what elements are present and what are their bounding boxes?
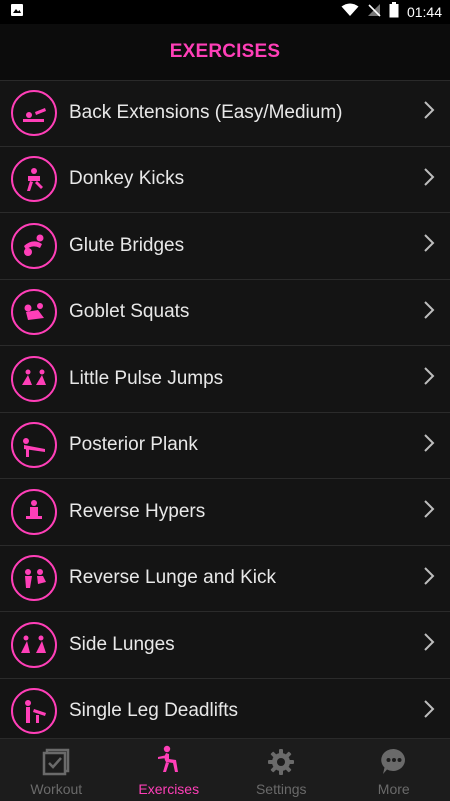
- tab-label-exercises: Exercises: [138, 781, 199, 797]
- exercise-name: Single Leg Deadlifts: [69, 700, 422, 722]
- chevron-right-icon: [422, 167, 450, 192]
- tab-label-settings: Settings: [256, 781, 307, 797]
- chevron-right-icon: [422, 433, 450, 458]
- wifi-icon: [341, 3, 359, 22]
- chevron-right-icon: [422, 300, 450, 325]
- list-item[interactable]: Glute Bridges: [0, 213, 450, 280]
- exercise-name: Little Pulse Jumps: [69, 368, 422, 390]
- exercise-name: Donkey Kicks: [69, 168, 422, 190]
- exercise-thumbnail-icon: [11, 156, 57, 202]
- exercise-thumbnail-icon: [11, 356, 57, 402]
- tab-more[interactable]: More: [338, 739, 450, 801]
- chevron-right-icon: [422, 100, 450, 125]
- list-item[interactable]: Goblet Squats: [0, 280, 450, 347]
- exercise-name: Glute Bridges: [69, 235, 422, 257]
- exercise-thumbnail-icon: [11, 555, 57, 601]
- exercise-name: Reverse Lunge and Kick: [69, 567, 422, 589]
- list-item[interactable]: Donkey Kicks: [0, 147, 450, 214]
- chevron-right-icon: [422, 499, 450, 524]
- tab-label-workout: Workout: [30, 781, 82, 797]
- list-item[interactable]: Little Pulse Jumps: [0, 346, 450, 413]
- page-title: EXERCISES: [170, 41, 281, 63]
- list-item[interactable]: Back Extensions (Easy/Medium): [0, 80, 450, 147]
- list-item[interactable]: Posterior Plank: [0, 413, 450, 480]
- exercise-name: Back Extensions (Easy/Medium): [69, 102, 422, 124]
- tab-workout[interactable]: Workout: [0, 739, 113, 801]
- list-item[interactable]: Side Lunges: [0, 612, 450, 679]
- chevron-right-icon: [422, 632, 450, 657]
- tab-exercises[interactable]: Exercises: [113, 739, 226, 801]
- bottom-tab-bar: Workout Exercises Settings: [0, 738, 450, 801]
- chevron-right-icon: [422, 366, 450, 391]
- exercise-thumbnail-icon: [11, 223, 57, 269]
- chevron-right-icon: [422, 699, 450, 724]
- exercise-name: Posterior Plank: [69, 434, 422, 456]
- list-item[interactable]: Single Leg Deadlifts: [0, 679, 450, 739]
- workout-checkbox-icon: [41, 747, 71, 777]
- status-time: 01:44: [407, 4, 442, 20]
- squat-figure-icon: [154, 745, 184, 777]
- exercise-list: Back Extensions (Easy/Medium) Donkey Kick…: [0, 80, 450, 738]
- exercise-thumbnail-icon: [11, 422, 57, 468]
- exercise-name: Goblet Squats: [69, 301, 422, 323]
- battery-icon: [389, 2, 399, 23]
- chevron-right-icon: [422, 233, 450, 258]
- chevron-right-icon: [422, 566, 450, 591]
- gear-icon: [266, 747, 296, 777]
- no-signal-icon: [367, 3, 381, 22]
- list-item[interactable]: Reverse Hypers: [0, 479, 450, 546]
- exercise-thumbnail-icon: [11, 90, 57, 136]
- chat-bubble-icon: [379, 747, 409, 777]
- status-bar: 01:44: [0, 0, 450, 24]
- exercise-name: Reverse Hypers: [69, 501, 422, 523]
- tab-label-more: More: [378, 781, 410, 797]
- exercise-thumbnail-icon: [11, 622, 57, 668]
- exercise-thumbnail-icon: [11, 688, 57, 734]
- list-item[interactable]: Reverse Lunge and Kick: [0, 546, 450, 613]
- exercise-thumbnail-icon: [11, 289, 57, 335]
- app-header: EXERCISES: [0, 24, 450, 81]
- exercise-name: Side Lunges: [69, 634, 422, 656]
- tab-settings[interactable]: Settings: [225, 739, 338, 801]
- image-notification-icon: [10, 3, 24, 22]
- exercise-thumbnail-icon: [11, 489, 57, 535]
